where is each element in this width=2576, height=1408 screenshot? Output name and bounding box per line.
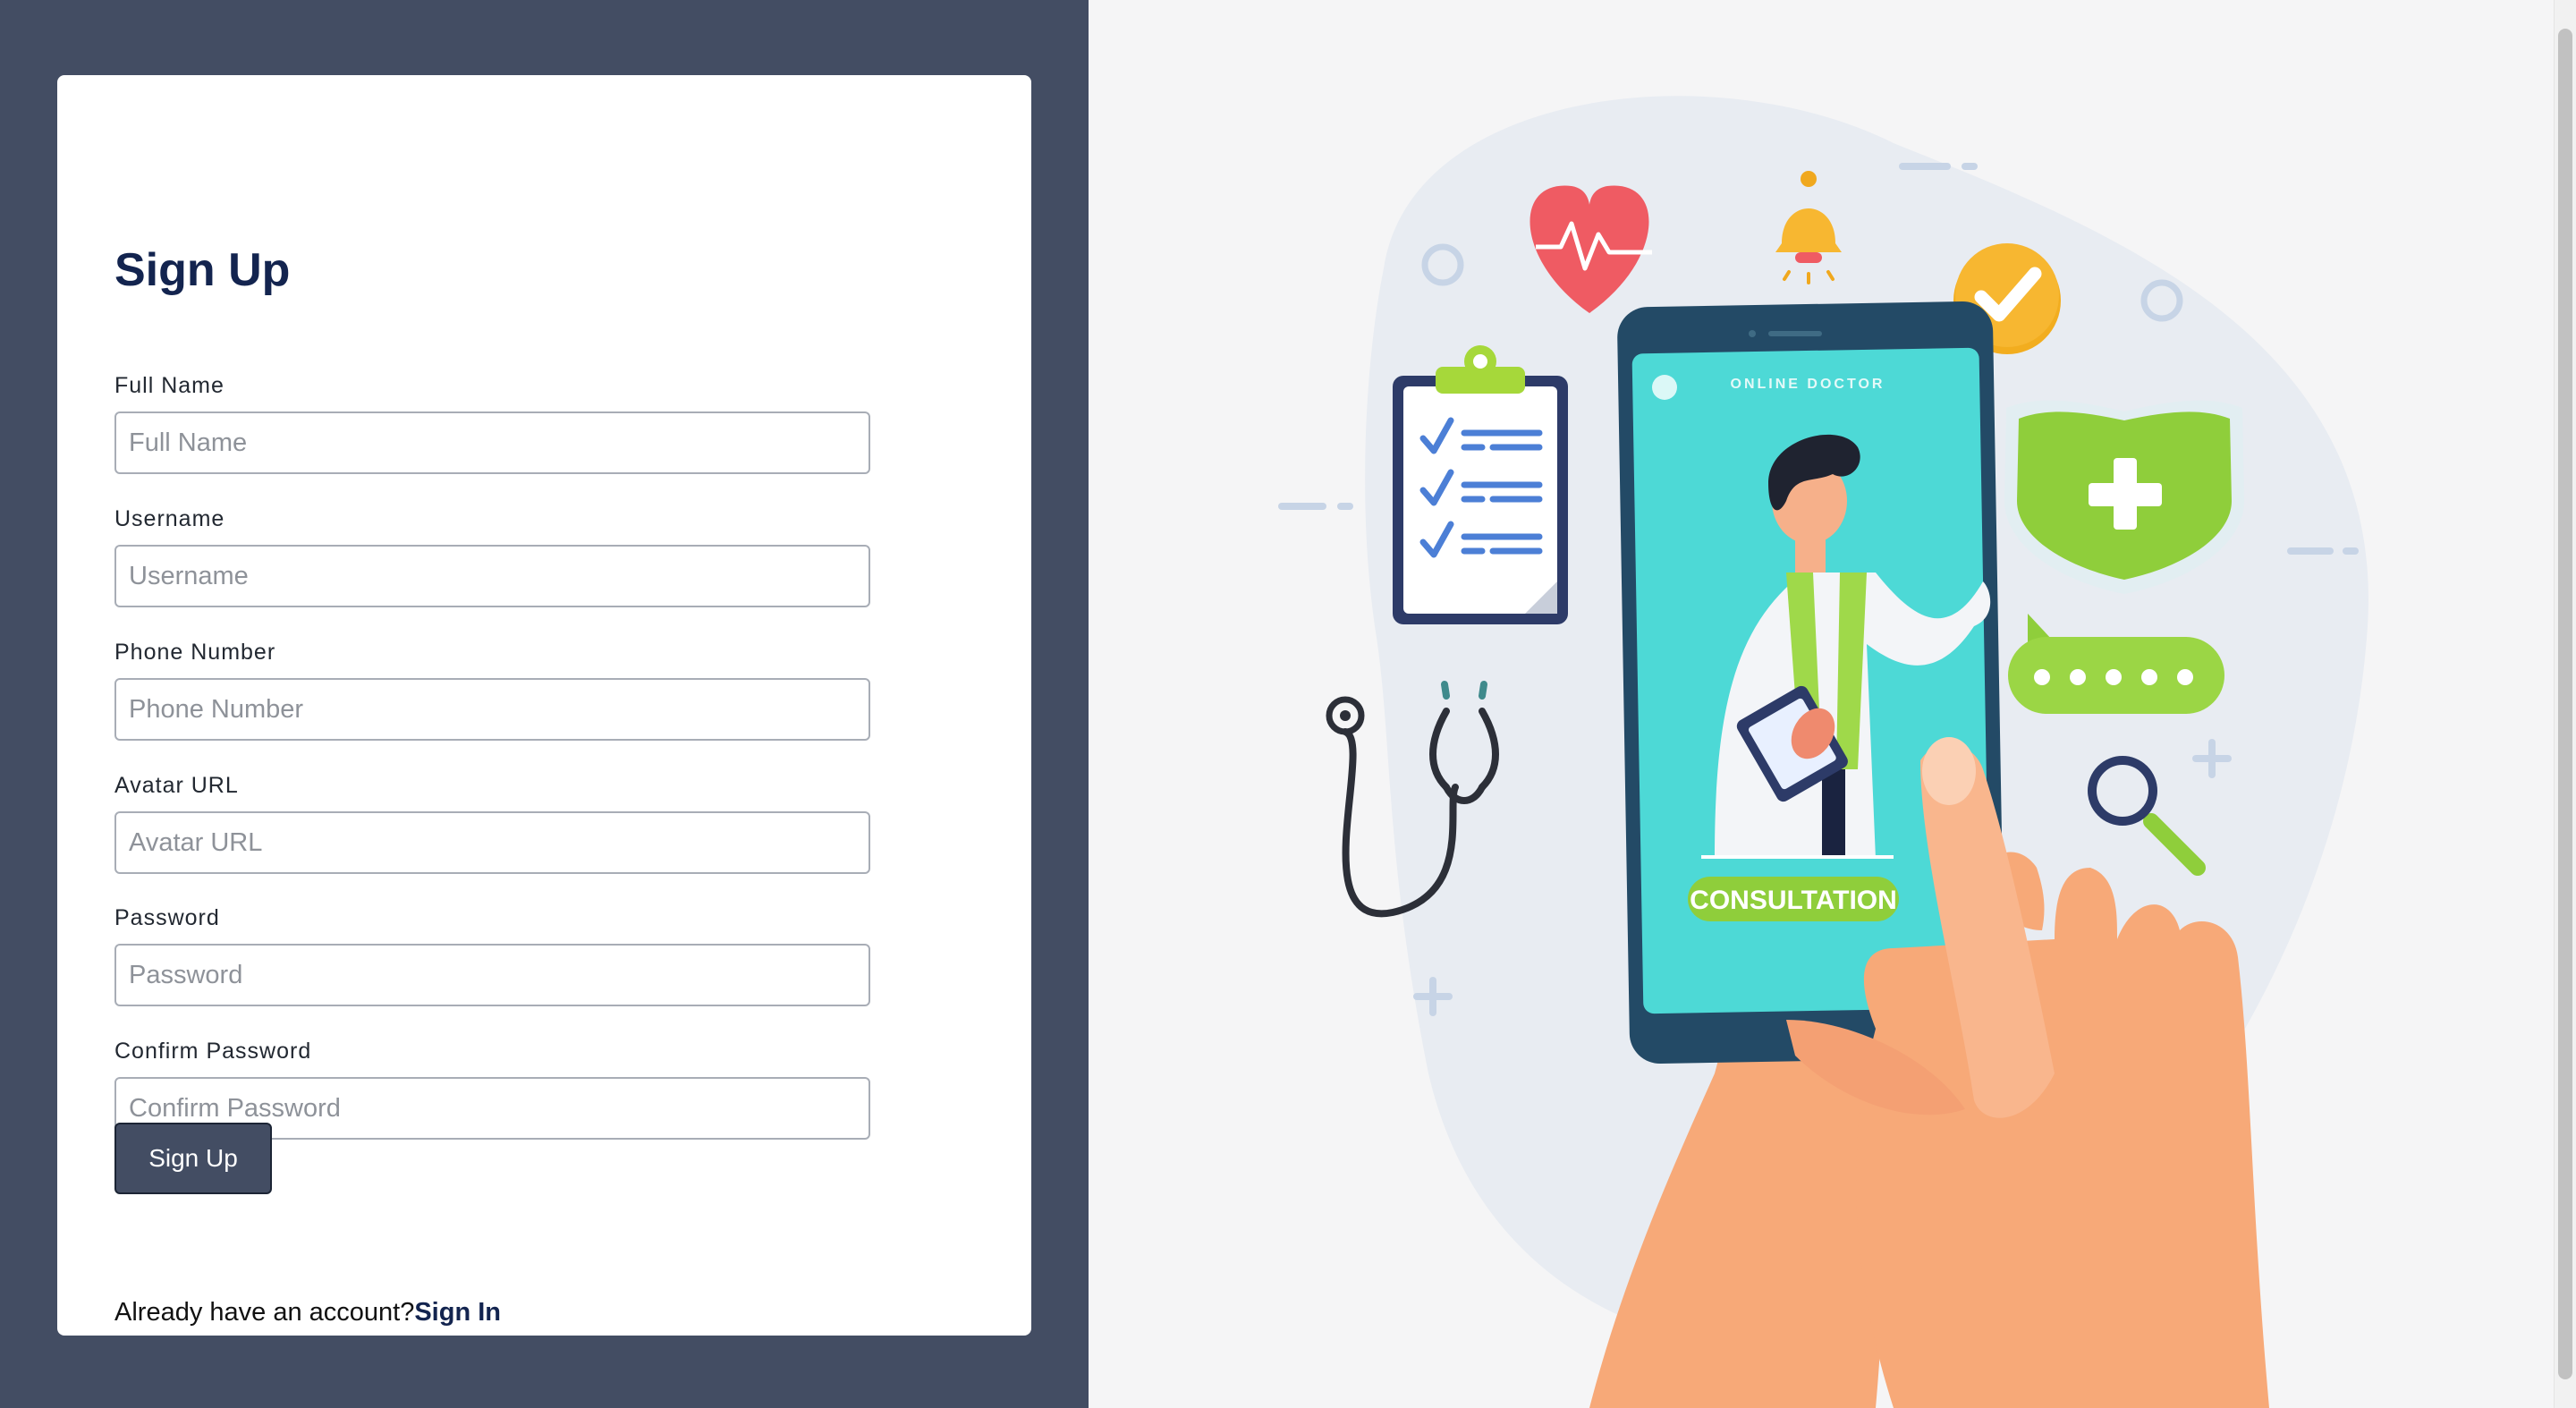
username-label: Username: [114, 506, 225, 531]
signin-prompt: Already have an account?: [114, 1298, 415, 1327]
page-title: Sign Up: [114, 244, 291, 296]
screen-title: ONLINE DOCTOR: [1731, 377, 1885, 392]
sign-up-button[interactable]: Sign Up: [114, 1123, 272, 1194]
page: Sign Up Full Name Username Phone Number …: [0, 0, 2576, 1408]
clipboard-icon: [1393, 345, 1568, 624]
password-label: Password: [114, 905, 220, 930]
full-name-label: Full Name: [114, 373, 225, 398]
scrollbar[interactable]: [2554, 0, 2576, 1408]
avatar-url-input[interactable]: [114, 811, 870, 874]
avatar-url-label: Avatar URL: [114, 773, 239, 798]
signin-row: Already have an account?Sign In: [114, 1298, 501, 1327]
illustration-panel: ONLINE DOCTOR CONSULTATION: [1089, 0, 2554, 1408]
online-doctor-illustration: ONLINE DOCTOR CONSULTATION: [1278, 96, 2368, 1408]
scrollbar-thumb[interactable]: [2558, 29, 2572, 1379]
phone-number-input[interactable]: [114, 678, 870, 741]
sign-in-link[interactable]: Sign In: [414, 1298, 501, 1327]
full-name-input[interactable]: [114, 411, 870, 474]
password-input[interactable]: [114, 944, 870, 1006]
confirm-password-label: Confirm Password: [114, 1039, 312, 1064]
form-panel: Sign Up Full Name Username Phone Number …: [0, 0, 1089, 1408]
phone-number-label: Phone Number: [114, 640, 276, 665]
username-input[interactable]: [114, 545, 870, 607]
consultation-badge: CONSULTATION: [1690, 886, 1897, 915]
signup-card: Sign Up Full Name Username Phone Number …: [57, 75, 1031, 1336]
